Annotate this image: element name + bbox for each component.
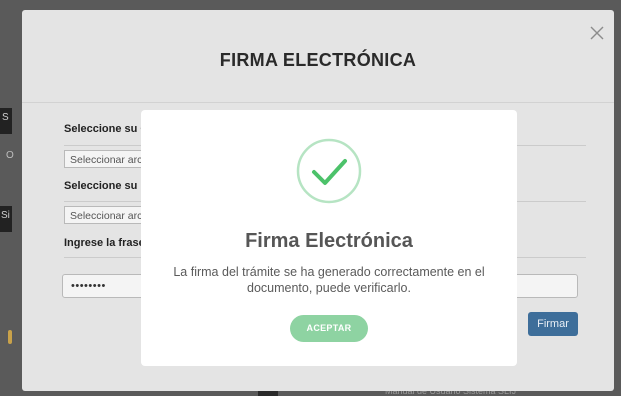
- background-label: O: [6, 150, 14, 161]
- background-marker: [8, 330, 12, 344]
- alert-title: Firma Electrónica: [245, 230, 413, 252]
- modal-header: FIRMA ELECTRÓNICA: [22, 10, 614, 103]
- certificate-label: Seleccione su C: [64, 123, 149, 135]
- passphrase-label: Ingrese la frase: [64, 237, 145, 249]
- image-label: Seleccione su I: [64, 180, 144, 192]
- accept-button[interactable]: ACEPTAR: [290, 315, 368, 342]
- background-label: S: [2, 112, 9, 123]
- sign-button[interactable]: Firmar: [528, 312, 578, 336]
- success-check-icon: [296, 138, 362, 204]
- background-label: Si: [1, 210, 10, 221]
- success-alert: Firma Electrónica La firma del trámite s…: [141, 110, 517, 366]
- close-icon[interactable]: [588, 24, 606, 42]
- alert-message: La firma del trámite se ha generado corr…: [173, 265, 485, 295]
- modal-title: FIRMA ELECTRÓNICA: [219, 50, 417, 70]
